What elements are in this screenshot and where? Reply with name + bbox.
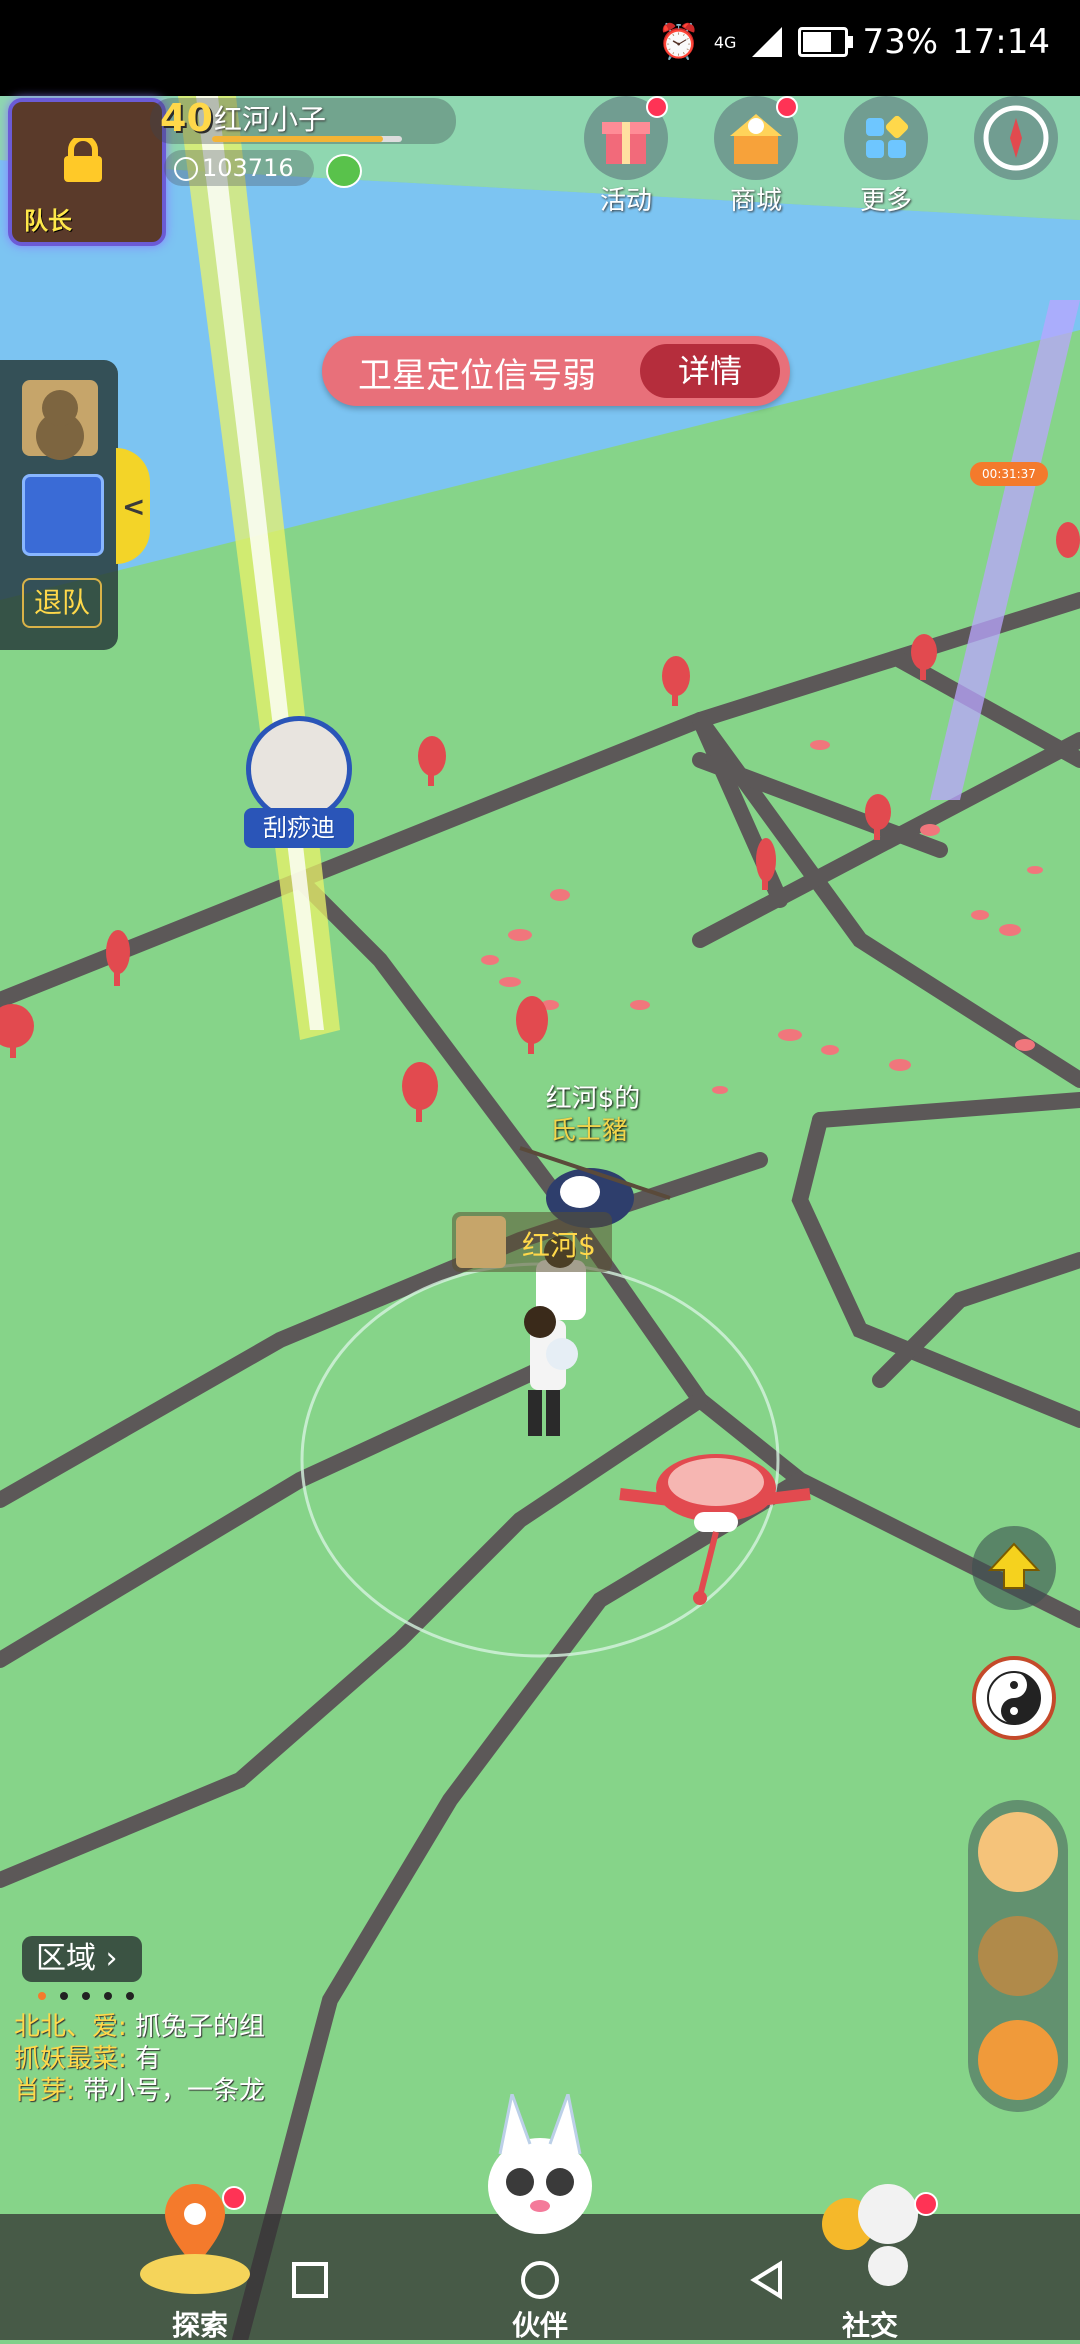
details-button[interactable]: 详情 xyxy=(640,344,780,398)
home-button[interactable] xyxy=(518,2258,562,2302)
activity-label: 活动 xyxy=(599,186,652,216)
player-name-tag[interactable]: 红河$ xyxy=(452,1212,612,1272)
coin-amount: 103716 xyxy=(202,154,294,182)
chevron-right-icon: › xyxy=(96,1941,118,1976)
coin-balance: 103716 xyxy=(164,150,314,186)
battery-percent: 73% xyxy=(862,22,939,62)
region-label: 区域 xyxy=(36,1941,96,1976)
player-avatar[interactable]: 队长 xyxy=(8,98,166,246)
back-button[interactable] xyxy=(746,2258,790,2302)
chevron-left-icon: < xyxy=(122,490,146,523)
leave-team-button[interactable]: 退队 xyxy=(22,578,102,628)
compass-button[interactable] xyxy=(968,96,1064,180)
nav-explore[interactable]: 探索 xyxy=(140,2304,260,2344)
partner-mascot-icon xyxy=(470,2088,610,2244)
team-panel: 退队 xyxy=(0,360,118,650)
team-slot-empty[interactable] xyxy=(22,380,98,456)
pet-avatar-1[interactable] xyxy=(978,1812,1058,1892)
nav-partner[interactable]: 伙伴 xyxy=(480,2304,600,2344)
companion-name: 氏士豬 xyxy=(550,1116,629,1146)
status-bar: ⏰ 4G 73% 17:14 xyxy=(0,0,1080,96)
clock: 17:14 xyxy=(952,22,1050,62)
battery-icon xyxy=(798,27,854,57)
gps-message: 卫星定位信号弱 xyxy=(358,356,596,396)
more-label: 更多 xyxy=(859,186,912,216)
shop-button[interactable]: 商城 xyxy=(708,96,804,217)
lock-icon xyxy=(64,138,102,182)
activity-button[interactable]: 活动 xyxy=(578,96,674,217)
shop-label: 商城 xyxy=(729,186,782,216)
chat-message: 肖芽: 带小号，一条龙 xyxy=(14,2076,266,2106)
compass-icon xyxy=(974,96,1058,180)
team-panel-collapse-tab[interactable]: < xyxy=(116,448,150,564)
yin-yang-button[interactable] xyxy=(972,1656,1056,1740)
network-type: 4G xyxy=(713,32,737,52)
shop-icon xyxy=(714,96,798,180)
player-tag-name: 红河$ xyxy=(522,1229,596,1262)
pets-panel xyxy=(968,1800,1068,2112)
yin-yang-icon xyxy=(987,1671,1041,1725)
region-chat-button[interactable]: 区域 › xyxy=(22,1936,142,1982)
rival-player-marker[interactable]: 刮痧迪 xyxy=(244,716,354,848)
up-arrow-icon xyxy=(987,1542,1041,1589)
event-timer[interactable]: 00:31:37 xyxy=(970,462,1048,486)
nav-social[interactable]: 社交 xyxy=(810,2304,930,2344)
more-grid-icon xyxy=(844,96,928,180)
recent-apps-button[interactable] xyxy=(288,2258,332,2302)
player-level: 40 xyxy=(160,96,213,140)
pet-avatar-3[interactable] xyxy=(978,2020,1058,2100)
pet-avatar-2[interactable] xyxy=(978,1916,1058,1996)
social-characters-icon xyxy=(808,2174,928,2294)
chat-page-indicator xyxy=(38,1992,134,2000)
gps-weak-banner: 卫星定位信号弱 详情 xyxy=(322,336,790,406)
player-mini-avatar xyxy=(456,1216,506,1268)
captain-badge: 队长 xyxy=(24,207,72,235)
coin-icon xyxy=(174,157,198,181)
rival-name: 刮痧迪 xyxy=(244,808,354,848)
alarm-icon: ⏰ xyxy=(657,22,700,62)
player-name: 红河小子 xyxy=(214,103,327,136)
level-up-arrow-button[interactable] xyxy=(972,1526,1056,1610)
wechat-icon[interactable] xyxy=(326,154,362,188)
rival-avatar xyxy=(246,716,352,822)
bottom-nav: 探索 伙伴 社交 xyxy=(0,2088,1080,2342)
signal-icon xyxy=(752,27,783,57)
more-button[interactable]: 更多 xyxy=(838,96,934,217)
xp-bar xyxy=(212,136,402,142)
gift-icon xyxy=(584,96,668,180)
team-member-avatar[interactable] xyxy=(22,474,104,556)
